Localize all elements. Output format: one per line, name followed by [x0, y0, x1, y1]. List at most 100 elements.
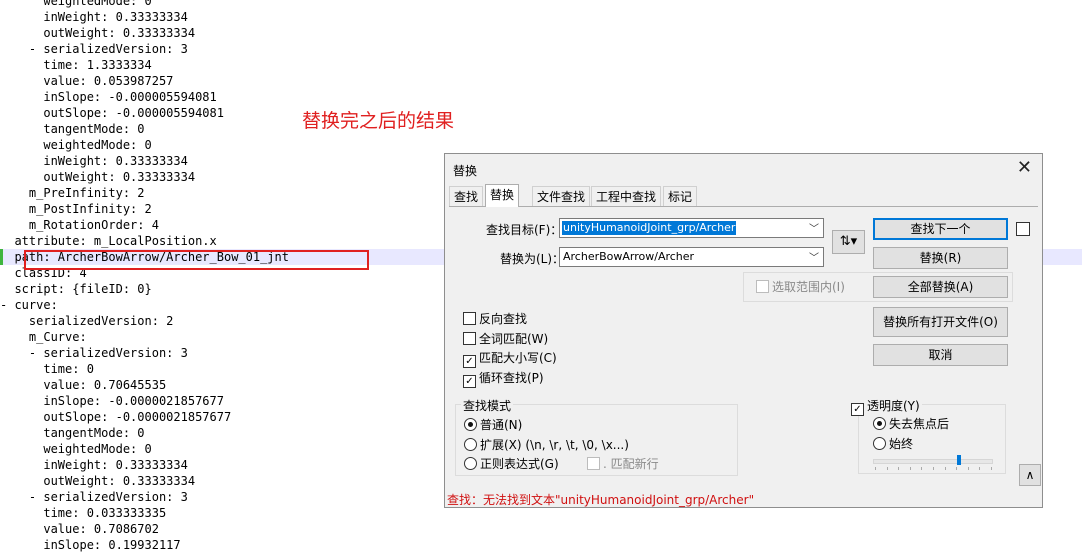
- cancel-button[interactable]: 取消: [873, 344, 1008, 366]
- mode-regex-radio[interactable]: [464, 457, 477, 470]
- code-line: m_PreInfinity: 2: [0, 186, 145, 200]
- transparency-slider-track[interactable]: [873, 459, 993, 464]
- mode-extended-label: 扩展(X) (\n, \r, \t, \0, \x...): [480, 438, 629, 452]
- replace-all-in-open-docs-button[interactable]: 替换所有打开文件(O): [873, 307, 1008, 337]
- whole-word-label: 全词匹配(W): [479, 332, 549, 346]
- dot-matches-newline-option[interactable]: . 匹配新行: [587, 456, 659, 472]
- code-line: time: 1.3333334: [0, 58, 152, 72]
- slider-tick: [956, 467, 958, 470]
- code-line: inSlope: -0.000005594081: [0, 90, 217, 104]
- dot-newline-checkbox[interactable]: [587, 457, 600, 470]
- code-line: script: {fileID: 0}: [0, 282, 152, 296]
- tab-find-in-project[interactable]: 工程中查找: [591, 186, 662, 206]
- match-case-label: 匹配大小写(C): [479, 351, 557, 365]
- mode-regex-label: 正则表达式(G): [480, 457, 559, 471]
- mode-extended-option[interactable]: 扩展(X) (\n, \r, \t, \0, \x...): [464, 437, 629, 453]
- mode-extended-radio[interactable]: [464, 438, 477, 451]
- wrap-around-option[interactable]: ✓ 循环查找(P): [463, 370, 544, 388]
- status-message: 查找：无法找到文本"unityHumanoidJoint_grp/Archer": [447, 493, 755, 507]
- replace-button[interactable]: 替换(R): [873, 247, 1008, 269]
- match-case-option[interactable]: ✓ 匹配大小写(C): [463, 350, 557, 368]
- tab-mark[interactable]: 标记: [663, 186, 698, 206]
- code-line: time: 0: [0, 362, 94, 376]
- on-lose-focus-option[interactable]: 失去焦点后: [873, 416, 949, 432]
- code-line: value: 0.70645535: [0, 378, 167, 392]
- search-mode-title: 查找模式: [461, 397, 514, 414]
- code-line: - serializedVersion: 3: [0, 346, 188, 360]
- code-line: outWeight: 0.33333334: [0, 26, 196, 40]
- transparency-label: 透明度(Y): [867, 399, 920, 413]
- tab-find[interactable]: 查找: [449, 186, 484, 206]
- mode-normal-radio[interactable]: [464, 418, 477, 431]
- close-icon[interactable]: ✕: [1017, 158, 1032, 178]
- in-selection-option[interactable]: 选取范围内(I): [756, 279, 845, 295]
- always-label: 始终: [889, 437, 914, 451]
- code-line: tangentMode: 0: [0, 426, 145, 440]
- always-radio[interactable]: [873, 437, 886, 450]
- option-checkbox[interactable]: [1016, 222, 1030, 236]
- mode-regex-option[interactable]: 正则表达式(G): [464, 456, 559, 472]
- backward-option[interactable]: 反向查找: [463, 311, 527, 327]
- annotation-text: 替换完之后的结果: [302, 110, 455, 132]
- code-line: outWeight: 0.33333334: [0, 474, 196, 488]
- in-selection-checkbox[interactable]: [756, 280, 769, 293]
- wrap-around-checkbox[interactable]: ✓: [463, 375, 476, 388]
- result-highlight-box: [24, 250, 369, 270]
- code-line: inSlope: -0.0000021857677: [0, 394, 224, 408]
- slider-tick: [967, 467, 969, 470]
- code-line: value: 0.7086702: [0, 522, 159, 536]
- tab-divider: [449, 206, 1038, 207]
- backward-checkbox[interactable]: [463, 312, 476, 325]
- tab-find-in-files[interactable]: 文件查找: [532, 186, 591, 206]
- chevron-down-icon[interactable]: ﹀: [809, 249, 819, 264]
- code-line: time: 0.033333335: [0, 506, 167, 520]
- slider-tick: [875, 467, 876, 470]
- code-line: m_RotationOrder: 4: [0, 218, 159, 232]
- slider-tick: [944, 467, 946, 470]
- code-line: weightedMode: 0: [0, 442, 152, 456]
- slider-tick: [886, 467, 888, 470]
- code-line: value: 0.053987257: [0, 74, 174, 88]
- chevron-down-icon[interactable]: ﹀: [809, 220, 819, 235]
- whole-word-option[interactable]: 全词匹配(W): [463, 331, 548, 347]
- dot-newline-label: . 匹配新行: [603, 457, 659, 471]
- transparency-option[interactable]: ✓ 透明度(Y): [851, 398, 922, 416]
- mode-normal-option[interactable]: 普通(N): [464, 417, 522, 433]
- replace-all-button[interactable]: 全部替换(A): [873, 276, 1008, 298]
- transparency-checkbox[interactable]: ✓: [851, 403, 864, 416]
- always-option[interactable]: 始终: [873, 436, 913, 452]
- match-case-checkbox[interactable]: ✓: [463, 355, 476, 368]
- find-what-label: 查找目标(F)：: [486, 223, 563, 237]
- code-line: weightedMode: 0: [0, 138, 152, 152]
- code-line: inWeight: 0.33333334: [0, 154, 188, 168]
- collapse-icon[interactable]: ∧: [1019, 464, 1041, 486]
- tab-replace[interactable]: 替换: [485, 184, 520, 207]
- slider-tick: [909, 467, 911, 470]
- code-line: serializedVersion: 2: [0, 314, 174, 328]
- replace-with-combo[interactable]: ArcherBowArrow/Archer ﹀: [559, 247, 824, 267]
- code-line: m_Curve:: [0, 330, 87, 344]
- code-line: outSlope: -0.000005594081: [0, 106, 224, 120]
- swap-icon[interactable]: ⇅▾: [832, 230, 865, 254]
- on-lose-focus-radio[interactable]: [873, 417, 886, 430]
- code-line: outWeight: 0.33333334: [0, 170, 196, 184]
- find-what-combo[interactable]: unityHumanoidJoint_grp/Archer ﹀: [559, 218, 824, 238]
- code-line: weightedMode: 0: [0, 0, 152, 8]
- code-line: outSlope: -0.0000021857677: [0, 410, 232, 424]
- dialog-title: 替换: [453, 164, 478, 178]
- code-line: - serializedVersion: 3: [0, 490, 188, 504]
- find-next-button[interactable]: 查找下一个: [873, 218, 1008, 240]
- replace-with-value: ArcherBowArrow/Archer: [563, 250, 695, 263]
- whole-word-checkbox[interactable]: [463, 332, 476, 345]
- slider-tick: [933, 467, 934, 470]
- on-lose-focus-label: 失去焦点后: [889, 417, 950, 431]
- backward-label: 反向查找: [479, 312, 528, 326]
- mode-normal-label: 普通(N): [480, 418, 523, 432]
- code-line: inWeight: 0.33333334: [0, 10, 188, 24]
- find-what-value: unityHumanoidJoint_grp/Archer: [562, 221, 737, 235]
- transparency-slider-thumb[interactable]: [956, 455, 961, 465]
- code-line: attribute: m_LocalPosition.x: [0, 234, 217, 248]
- replace-with-label: 替换为(L)：: [500, 252, 565, 266]
- slider-tick: [979, 467, 981, 470]
- slider-tick: [898, 467, 900, 470]
